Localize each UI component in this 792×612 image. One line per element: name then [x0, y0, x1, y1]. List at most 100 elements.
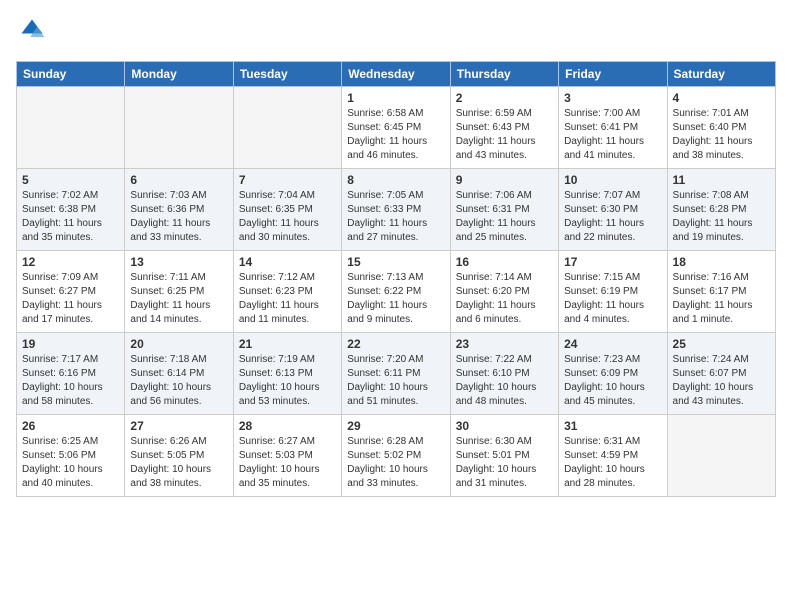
- calendar-cell: 24 Sunrise: 7:23 AM Sunset: 6:09 PM Dayli…: [559, 333, 667, 415]
- calendar-cell: 29 Sunrise: 6:28 AM Sunset: 5:02 PM Dayli…: [342, 415, 450, 497]
- day-number: 5: [22, 173, 119, 187]
- calendar-cell: 5 Sunrise: 7:02 AM Sunset: 6:38 PM Daylig…: [17, 169, 125, 251]
- weekday-header-monday: Monday: [125, 62, 233, 87]
- calendar-header-row: SundayMondayTuesdayWednesdayThursdayFrid…: [17, 62, 776, 87]
- day-number: 13: [130, 255, 227, 269]
- calendar-cell: 11 Sunrise: 7:08 AM Sunset: 6:28 PM Dayli…: [667, 169, 775, 251]
- weekday-header-friday: Friday: [559, 62, 667, 87]
- calendar-cell: [233, 87, 341, 169]
- day-number: 23: [456, 337, 553, 351]
- day-info: Sunrise: 7:01 AM Sunset: 6:40 PM Dayligh…: [673, 107, 770, 163]
- day-number: 16: [456, 255, 553, 269]
- calendar-cell: 8 Sunrise: 7:05 AM Sunset: 6:33 PM Daylig…: [342, 169, 450, 251]
- day-info: Sunrise: 7:15 AM Sunset: 6:19 PM Dayligh…: [564, 271, 661, 327]
- day-number: 26: [22, 419, 119, 433]
- day-number: 11: [673, 173, 770, 187]
- calendar-cell: 17 Sunrise: 7:15 AM Sunset: 6:19 PM Dayli…: [559, 251, 667, 333]
- day-number: 17: [564, 255, 661, 269]
- day-number: 6: [130, 173, 227, 187]
- day-number: 8: [347, 173, 444, 187]
- day-number: 9: [456, 173, 553, 187]
- calendar-cell: 28 Sunrise: 6:27 AM Sunset: 5:03 PM Dayli…: [233, 415, 341, 497]
- calendar-cell: 21 Sunrise: 7:19 AM Sunset: 6:13 PM Dayli…: [233, 333, 341, 415]
- day-info: Sunrise: 7:05 AM Sunset: 6:33 PM Dayligh…: [347, 189, 444, 245]
- day-number: 30: [456, 419, 553, 433]
- calendar-cell: 30 Sunrise: 6:30 AM Sunset: 5:01 PM Dayli…: [450, 415, 558, 497]
- day-number: 25: [673, 337, 770, 351]
- day-number: 22: [347, 337, 444, 351]
- calendar-cell: 10 Sunrise: 7:07 AM Sunset: 6:30 PM Dayli…: [559, 169, 667, 251]
- day-info: Sunrise: 7:19 AM Sunset: 6:13 PM Dayligh…: [239, 353, 336, 409]
- day-number: 10: [564, 173, 661, 187]
- day-info: Sunrise: 7:03 AM Sunset: 6:36 PM Dayligh…: [130, 189, 227, 245]
- day-number: 29: [347, 419, 444, 433]
- day-info: Sunrise: 7:09 AM Sunset: 6:27 PM Dayligh…: [22, 271, 119, 327]
- day-info: Sunrise: 7:12 AM Sunset: 6:23 PM Dayligh…: [239, 271, 336, 327]
- calendar-cell: 25 Sunrise: 7:24 AM Sunset: 6:07 PM Dayli…: [667, 333, 775, 415]
- day-info: Sunrise: 6:28 AM Sunset: 5:02 PM Dayligh…: [347, 435, 444, 491]
- calendar-cell: 15Sunrise: 7:13 AM Sunset: 6:22 PM Dayli…: [342, 251, 450, 333]
- day-number: 4: [673, 91, 770, 105]
- calendar-cell: 13 Sunrise: 7:11 AM Sunset: 6:25 PM Dayli…: [125, 251, 233, 333]
- calendar-cell: 1Sunrise: 6:58 AM Sunset: 6:45 PM Daylig…: [342, 87, 450, 169]
- calendar-cell: 6 Sunrise: 7:03 AM Sunset: 6:36 PM Daylig…: [125, 169, 233, 251]
- calendar-cell: 18 Sunrise: 7:16 AM Sunset: 6:17 PM Dayli…: [667, 251, 775, 333]
- day-number: 2: [456, 91, 553, 105]
- calendar-cell: 7 Sunrise: 7:04 AM Sunset: 6:35 PM Daylig…: [233, 169, 341, 251]
- day-number: 12: [22, 255, 119, 269]
- day-info: Sunrise: 7:11 AM Sunset: 6:25 PM Dayligh…: [130, 271, 227, 327]
- calendar-cell: 2Sunrise: 6:59 AM Sunset: 6:43 PM Daylig…: [450, 87, 558, 169]
- day-info: Sunrise: 7:24 AM Sunset: 6:07 PM Dayligh…: [673, 353, 770, 409]
- logo: [16, 16, 46, 49]
- calendar-cell: 31 Sunrise: 6:31 AM Sunset: 4:59 PM Dayli…: [559, 415, 667, 497]
- calendar-cell: 4 Sunrise: 7:01 AM Sunset: 6:40 PM Daylig…: [667, 87, 775, 169]
- day-info: Sunrise: 7:16 AM Sunset: 6:17 PM Dayligh…: [673, 271, 770, 327]
- day-number: 31: [564, 419, 661, 433]
- day-info: Sunrise: 7:14 AM Sunset: 6:20 PM Dayligh…: [456, 271, 553, 327]
- day-number: 18: [673, 255, 770, 269]
- weekday-header-saturday: Saturday: [667, 62, 775, 87]
- day-number: 15: [347, 255, 444, 269]
- calendar-cell: 14 Sunrise: 7:12 AM Sunset: 6:23 PM Dayli…: [233, 251, 341, 333]
- calendar-cell: [667, 415, 775, 497]
- calendar-cell: 9 Sunrise: 7:06 AM Sunset: 6:31 PM Daylig…: [450, 169, 558, 251]
- day-number: 28: [239, 419, 336, 433]
- day-info: Sunrise: 6:30 AM Sunset: 5:01 PM Dayligh…: [456, 435, 553, 491]
- day-number: 21: [239, 337, 336, 351]
- day-info: Sunrise: 6:26 AM Sunset: 5:05 PM Dayligh…: [130, 435, 227, 491]
- week-row-4: 19 Sunrise: 7:17 AM Sunset: 6:16 PM Dayli…: [17, 333, 776, 415]
- calendar-cell: 23 Sunrise: 7:22 AM Sunset: 6:10 PM Dayli…: [450, 333, 558, 415]
- logo-icon: [18, 16, 46, 44]
- day-number: 14: [239, 255, 336, 269]
- day-number: 19: [22, 337, 119, 351]
- week-row-5: 26 Sunrise: 6:25 AM Sunset: 5:06 PM Dayli…: [17, 415, 776, 497]
- day-info: Sunrise: 6:27 AM Sunset: 5:03 PM Dayligh…: [239, 435, 336, 491]
- calendar-cell: [17, 87, 125, 169]
- day-info: Sunrise: 7:08 AM Sunset: 6:28 PM Dayligh…: [673, 189, 770, 245]
- calendar-cell: 3Sunrise: 7:00 AM Sunset: 6:41 PM Daylig…: [559, 87, 667, 169]
- day-number: 3: [564, 91, 661, 105]
- day-info: Sunrise: 7:23 AM Sunset: 6:09 PM Dayligh…: [564, 353, 661, 409]
- day-info: Sunrise: 7:04 AM Sunset: 6:35 PM Dayligh…: [239, 189, 336, 245]
- day-number: 7: [239, 173, 336, 187]
- calendar-cell: 16 Sunrise: 7:14 AM Sunset: 6:20 PM Dayli…: [450, 251, 558, 333]
- day-info: Sunrise: 7:18 AM Sunset: 6:14 PM Dayligh…: [130, 353, 227, 409]
- day-info: Sunrise: 7:07 AM Sunset: 6:30 PM Dayligh…: [564, 189, 661, 245]
- day-number: 24: [564, 337, 661, 351]
- day-info: Sunrise: 7:06 AM Sunset: 6:31 PM Dayligh…: [456, 189, 553, 245]
- week-row-1: 1Sunrise: 6:58 AM Sunset: 6:45 PM Daylig…: [17, 87, 776, 169]
- day-number: 27: [130, 419, 227, 433]
- day-info: Sunrise: 6:31 AM Sunset: 4:59 PM Dayligh…: [564, 435, 661, 491]
- day-info: Sunrise: 7:17 AM Sunset: 6:16 PM Dayligh…: [22, 353, 119, 409]
- calendar-cell: 19 Sunrise: 7:17 AM Sunset: 6:16 PM Dayli…: [17, 333, 125, 415]
- weekday-header-tuesday: Tuesday: [233, 62, 341, 87]
- calendar-table: SundayMondayTuesdayWednesdayThursdayFrid…: [16, 61, 776, 497]
- day-number: 20: [130, 337, 227, 351]
- calendar-cell: 12 Sunrise: 7:09 AM Sunset: 6:27 PM Dayli…: [17, 251, 125, 333]
- calendar-cell: 27 Sunrise: 6:26 AM Sunset: 5:05 PM Dayli…: [125, 415, 233, 497]
- week-row-3: 12 Sunrise: 7:09 AM Sunset: 6:27 PM Dayli…: [17, 251, 776, 333]
- day-info: Sunrise: 6:25 AM Sunset: 5:06 PM Dayligh…: [22, 435, 119, 491]
- day-info: Sunrise: 7:22 AM Sunset: 6:10 PM Dayligh…: [456, 353, 553, 409]
- day-info: Sunrise: 7:02 AM Sunset: 6:38 PM Dayligh…: [22, 189, 119, 245]
- calendar-cell: 20 Sunrise: 7:18 AM Sunset: 6:14 PM Dayli…: [125, 333, 233, 415]
